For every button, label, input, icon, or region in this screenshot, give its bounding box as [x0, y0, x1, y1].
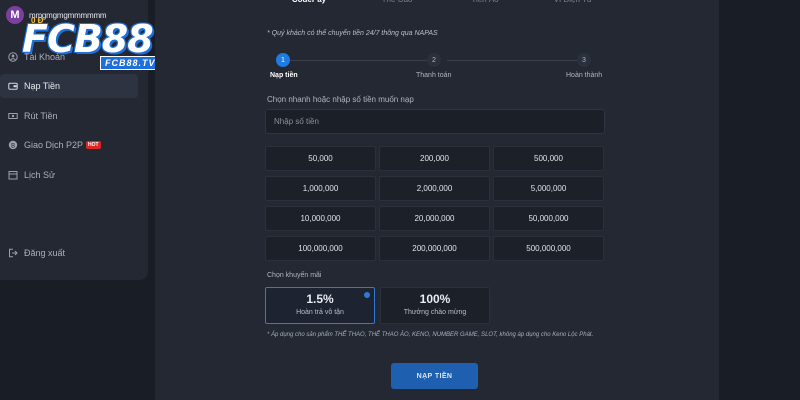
sidebar-item-p2p[interactable]: B Giao Dịch P2P HOT — [0, 133, 138, 157]
amount-option[interactable]: 2,000,000 — [379, 176, 490, 201]
step-1-dot: 1 — [276, 53, 290, 67]
sidebar-item-label: Tài Khoản — [24, 52, 66, 62]
napas-notice: * Quý khách có thể chuyển tiền 24/7 thôn… — [267, 30, 438, 37]
promo-desc: Hoàn trả vô tận — [296, 309, 344, 316]
sidebar-item-label: Lịch Sử — [24, 170, 56, 180]
svg-text:B: B — [11, 142, 15, 149]
amount-option[interactable]: 100,000,000 — [265, 236, 376, 261]
radio-selected-icon — [364, 292, 370, 298]
wallet-icon — [8, 81, 18, 91]
amount-option[interactable]: 50,000,000 — [493, 206, 604, 231]
promo-value: 100% — [419, 292, 451, 306]
amount-option[interactable]: 500,000,000 — [493, 236, 604, 261]
progress-steps: 1 Nạp tiền 2 Thanh toán 3 Hoàn thành — [267, 52, 605, 82]
promo-desc: Thưởng chào mừng — [403, 309, 467, 316]
deposit-submit-button[interactable]: NẠP TIỀN — [391, 363, 478, 389]
amount-input[interactable] — [265, 109, 605, 134]
sidebar-item-history[interactable]: Lịch Sử — [0, 163, 138, 187]
promo-value: 1.5% — [306, 292, 334, 306]
step-2-dot: 2 — [427, 53, 441, 67]
cash-icon — [8, 111, 18, 121]
sidebar-item-logout[interactable]: Đăng xuất — [0, 241, 138, 265]
sidebar-item-label: Rút Tiền — [24, 111, 58, 121]
logout-icon — [8, 248, 18, 258]
user-circle-icon — [8, 52, 18, 62]
coin-icon: B — [8, 140, 18, 150]
amount-label: Chọn nhanh hoặc nhập số tiền muốn nạp — [267, 95, 414, 104]
amount-option[interactable]: 200,000,000 — [379, 236, 490, 261]
history-icon — [8, 170, 18, 180]
sidebar-item-label: Nạp Tiền — [24, 81, 61, 91]
sidebar-item-account[interactable]: Tài Khoản — [0, 45, 138, 69]
step-connector — [287, 60, 427, 61]
promo-option-rebate[interactable]: 1.5% Hoàn trả vô tận — [265, 287, 375, 324]
promo-note: * Áp dụng cho sản phẩm THỂ THAO, THỂ THA… — [267, 332, 594, 338]
tab-codepay[interactable]: CodePay — [265, 0, 353, 8]
step-1-label: Nạp tiền — [270, 72, 298, 79]
sidebar-item-label: Đăng xuất — [24, 248, 66, 258]
promo-option-welcome[interactable]: 100% Thưởng chào mừng — [380, 287, 490, 324]
deposit-panel: CodePay Thẻ Cào Tiền Ảo Ví Điện Tử * Quý… — [155, 0, 719, 400]
amount-option[interactable]: 50,000 — [265, 146, 376, 171]
amount-option[interactable]: 1,000,000 — [265, 176, 376, 201]
step-3-label: Hoàn thành — [566, 72, 603, 79]
tab-crypto[interactable]: Tiền Ảo — [441, 0, 529, 8]
sidebar: M mmgmgmgmmmmmm 0 Đ FCB88 FCB88.TV Tài K… — [0, 0, 161, 280]
amount-option[interactable]: 200,000 — [379, 146, 490, 171]
amount-option[interactable]: 10,000,000 — [265, 206, 376, 231]
tab-card[interactable]: Thẻ Cào — [353, 0, 441, 8]
step-2-label: Thanh toán — [416, 72, 452, 79]
sidebar-item-deposit[interactable]: Nạp Tiền — [0, 74, 138, 98]
promo-label: Chọn khuyến mãi — [267, 272, 322, 279]
step-connector — [447, 60, 587, 61]
sidebar-item-withdraw[interactable]: Rút Tiền — [0, 104, 138, 128]
amount-option[interactable]: 5,000,000 — [493, 176, 604, 201]
amount-options: 50,000 200,000 500,000 1,000,000 2,000,0… — [265, 146, 605, 261]
amount-option[interactable]: 500,000 — [493, 146, 604, 171]
amount-option[interactable]: 20,000,000 — [379, 206, 490, 231]
hot-badge: HOT — [86, 141, 101, 149]
tab-ewallet[interactable]: Ví Điện Tử — [529, 0, 617, 8]
payment-tabs: CodePay Thẻ Cào Tiền Ảo Ví Điện Tử — [265, 0, 617, 8]
sidebar-item-label: Giao Dịch P2P — [24, 140, 84, 150]
step-3-dot: 3 — [577, 53, 591, 67]
